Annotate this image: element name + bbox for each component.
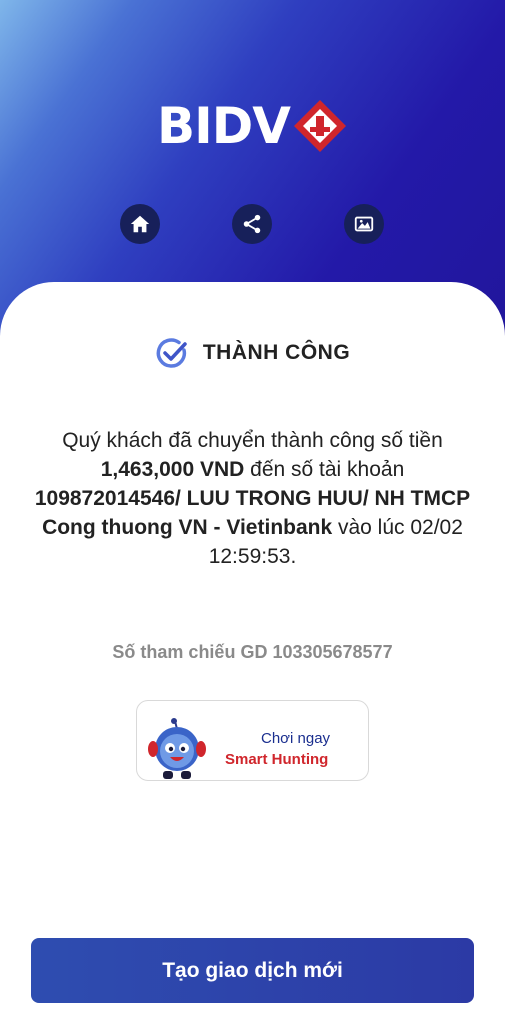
- status-row: THÀNH CÔNG: [0, 336, 505, 370]
- reference-number: Số tham chiếu GD 103305678577: [112, 642, 393, 662]
- share-button[interactable]: [232, 204, 272, 244]
- check-circle-icon: [156, 338, 187, 368]
- transfer-message: Quý khách đã chuyển thành công số tiền 1…: [30, 426, 475, 571]
- home-icon: [130, 215, 150, 233]
- promo-title: Chơi ngay: [261, 730, 331, 747]
- message-text: đến số tài khoản: [244, 458, 405, 481]
- brand-text: BIDV: [157, 97, 291, 155]
- bidv-logo-icon: [293, 100, 346, 152]
- new-transaction-button[interactable]: Tạo giao dịch mới: [31, 938, 474, 1003]
- share-icon: [243, 214, 261, 234]
- action-bar: [0, 204, 505, 246]
- result-card: THÀNH CÔNG Quý khách đã chuyển thành côn…: [0, 282, 505, 1024]
- image-icon: [354, 216, 374, 232]
- save-image-button[interactable]: [344, 204, 384, 244]
- mascot-icon: [148, 718, 206, 779]
- promo-subtitle: Smart Hunting: [225, 751, 329, 768]
- status-label: THÀNH CÔNG: [202, 341, 351, 364]
- transfer-amount: 1,463,000 VND: [100, 458, 245, 481]
- home-button[interactable]: [120, 204, 160, 244]
- bidv-logo: BIDV: [0, 96, 505, 156]
- smart-hunting-banner[interactable]: Chơi ngay Smart Hunting: [136, 700, 369, 781]
- message-text: Quý khách đã chuyển thành công số tiền: [62, 429, 443, 452]
